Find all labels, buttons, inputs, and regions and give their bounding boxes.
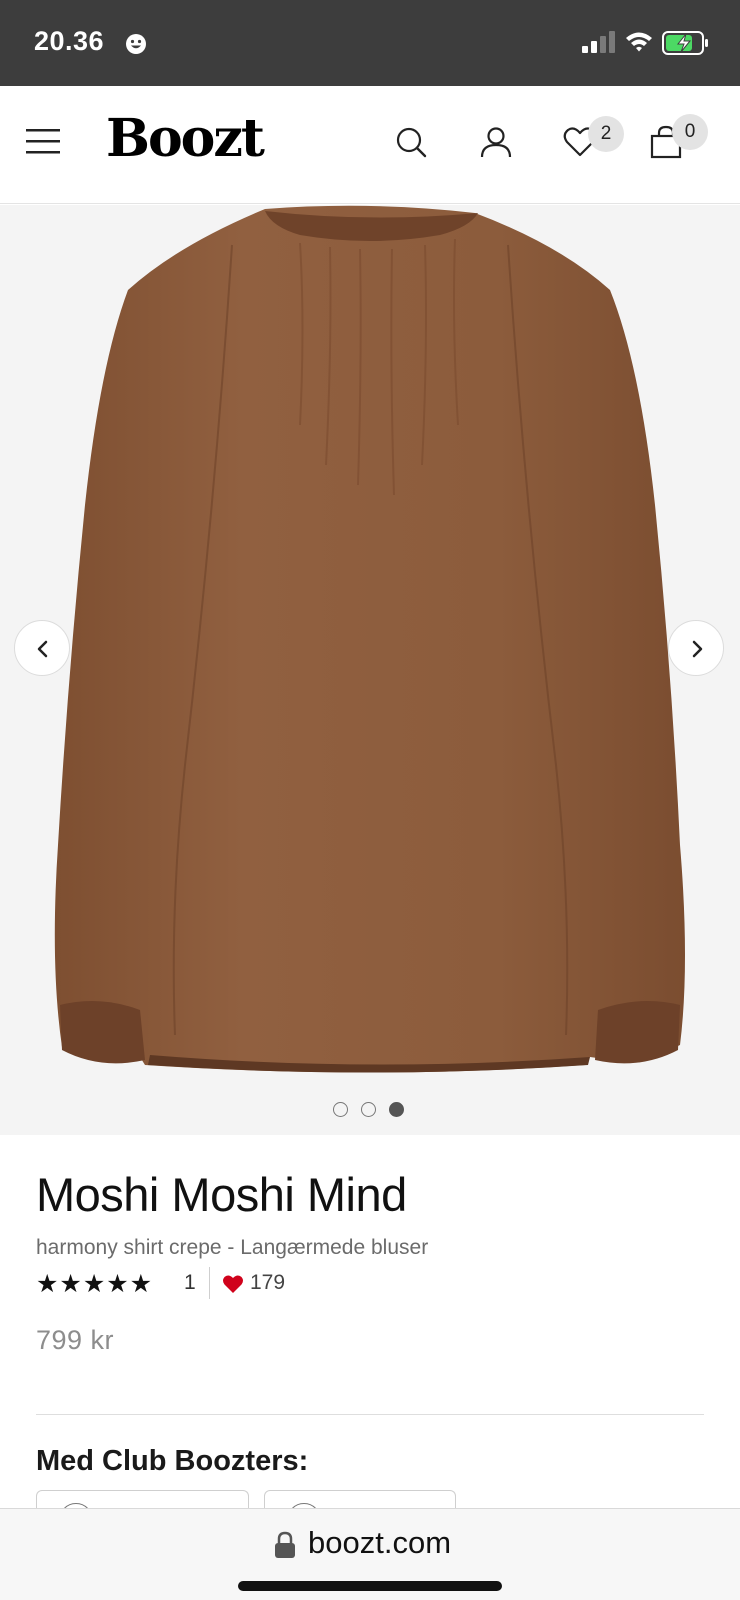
carousel-dot-1[interactable] bbox=[333, 1102, 348, 1117]
rating-count[interactable]: 1 bbox=[184, 1271, 196, 1295]
cellular-signal-icon bbox=[582, 31, 615, 53]
home-indicator[interactable] bbox=[238, 1581, 502, 1591]
boozt-logo[interactable]: Boozt bbox=[106, 108, 265, 169]
product-brand[interactable]: Moshi Moshi Mind bbox=[36, 1167, 407, 1222]
carousel-dot-2[interactable] bbox=[361, 1102, 376, 1117]
divider bbox=[36, 1414, 704, 1415]
wishlist-count-badge: 2 bbox=[588, 116, 624, 152]
next-image-button[interactable] bbox=[668, 620, 724, 676]
chevron-left-icon bbox=[37, 640, 48, 658]
wifi-icon bbox=[626, 32, 652, 52]
account-icon[interactable] bbox=[478, 124, 514, 160]
site-header: Boozt 2 0 bbox=[0, 86, 740, 204]
cart-count-badge: 0 bbox=[672, 114, 708, 150]
product-price: 799 kr bbox=[36, 1325, 115, 1355]
carousel-pagination bbox=[333, 1102, 413, 1118]
status-bar: 20.36 bbox=[0, 0, 740, 86]
carousel-dot-3[interactable] bbox=[389, 1102, 404, 1117]
smiley-icon bbox=[126, 34, 146, 54]
chevron-right-icon bbox=[692, 640, 703, 658]
url-text[interactable]: boozt.com bbox=[308, 1525, 451, 1561]
browser-address-bar[interactable]: boozt.com bbox=[0, 1508, 740, 1600]
product-image bbox=[54, 205, 686, 1073]
likes-count: 179 bbox=[250, 1271, 286, 1294]
product-gallery[interactable] bbox=[0, 205, 740, 1135]
lock-icon bbox=[275, 1531, 295, 1558]
search-icon[interactable] bbox=[393, 124, 429, 160]
product-subtitle: harmony shirt crepe - Langærmede bluser bbox=[36, 1236, 429, 1259]
club-boozters-heading: Med Club Boozters: bbox=[36, 1445, 309, 1477]
status-time: 20.36 bbox=[34, 26, 105, 56]
rating-separator bbox=[209, 1267, 210, 1299]
rating-row: ★★★★★ 1 179 bbox=[36, 1267, 436, 1299]
previous-image-button[interactable] bbox=[14, 620, 70, 676]
rating-stars[interactable]: ★★★★★ bbox=[36, 1269, 153, 1299]
hamburger-menu-icon[interactable] bbox=[24, 126, 62, 156]
battery-icon bbox=[662, 31, 708, 55]
heart-icon bbox=[223, 1275, 243, 1293]
